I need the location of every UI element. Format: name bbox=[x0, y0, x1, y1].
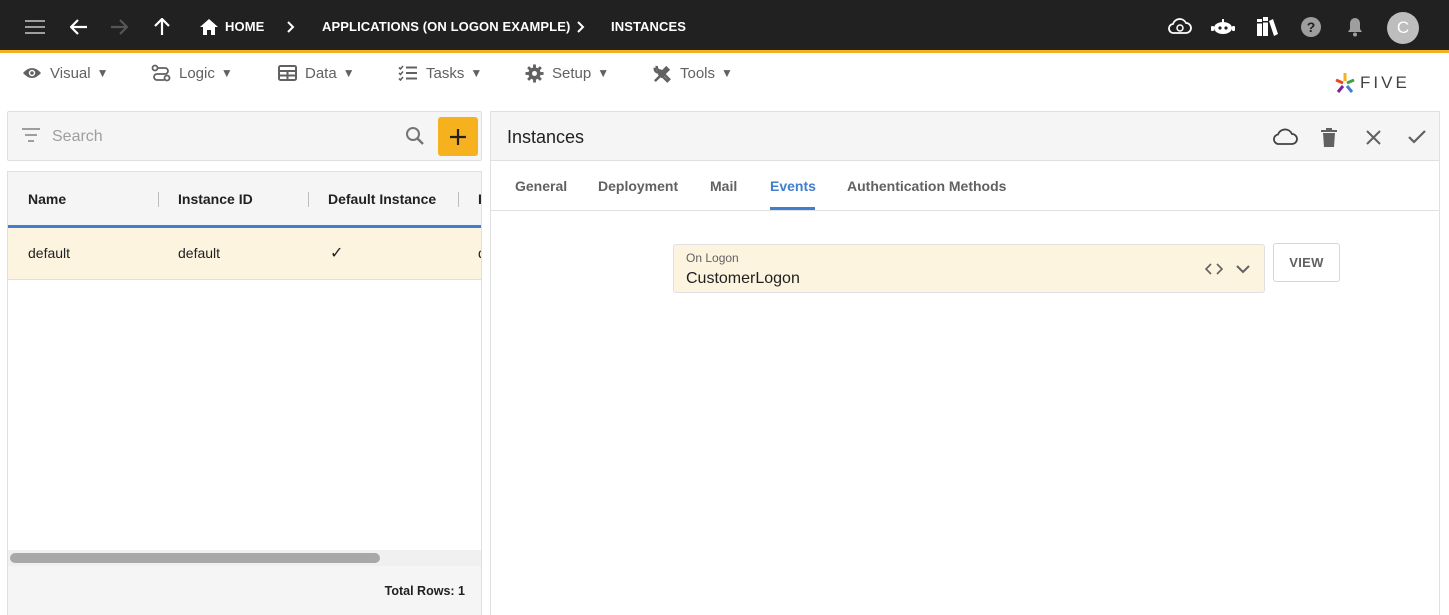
horizontal-scrollbar[interactable] bbox=[8, 550, 481, 566]
five-logo-text: FIVE bbox=[1360, 73, 1410, 92]
menu-tasks[interactable]: Tasks ▼ bbox=[398, 63, 482, 83]
caret-down-icon: ▼ bbox=[342, 66, 355, 80]
menu-bar: Visual ▼ Logic ▼ Data ▼ Tasks ▼ Setup ▼ … bbox=[0, 56, 1449, 110]
column-header-default-instance[interactable]: Default Instance bbox=[328, 191, 436, 207]
menu-tools[interactable]: Tools ▼ bbox=[653, 63, 733, 83]
table-footer: Total Rows: 1 bbox=[8, 566, 481, 615]
search-input[interactable] bbox=[52, 126, 392, 148]
back-arrow-icon[interactable] bbox=[68, 0, 90, 53]
breadcrumb-applications[interactable]: APPLICATIONS (ON LOGON EXAMPLE) bbox=[322, 0, 570, 53]
five-logo: FIVE bbox=[1334, 70, 1410, 96]
caret-down-icon: ▼ bbox=[220, 66, 233, 80]
five-logo-icon bbox=[1335, 73, 1355, 93]
chevron-right-icon bbox=[284, 0, 298, 53]
search-icon[interactable] bbox=[405, 126, 425, 151]
logic-icon bbox=[151, 64, 171, 82]
plus-icon bbox=[450, 128, 466, 145]
forward-arrow-icon[interactable] bbox=[108, 0, 130, 53]
breadcrumb-home[interactable]: HOME bbox=[225, 0, 264, 53]
cloud-icon[interactable] bbox=[1271, 123, 1299, 151]
column-divider[interactable] bbox=[158, 192, 159, 207]
home-icon[interactable] bbox=[199, 0, 219, 53]
user-avatar[interactable]: C bbox=[1387, 12, 1419, 44]
notifications-bell-icon[interactable] bbox=[1345, 0, 1365, 53]
column-header-name[interactable]: Name bbox=[28, 191, 66, 207]
close-icon[interactable] bbox=[1359, 123, 1387, 151]
menu-logic[interactable]: Logic ▼ bbox=[151, 63, 233, 83]
menu-data[interactable]: Data ▼ bbox=[278, 63, 355, 83]
table-row[interactable]: default default ✓ d bbox=[8, 228, 481, 280]
caret-down-icon: ▼ bbox=[96, 66, 109, 80]
active-tab-indicator bbox=[770, 207, 815, 210]
form-title: Instances bbox=[507, 127, 585, 147]
column-header-truncated[interactable]: I bbox=[478, 191, 481, 207]
menu-setup-label: Setup bbox=[552, 64, 592, 82]
form-tabs: General Deployment Mail Events Authentic… bbox=[491, 161, 1439, 211]
total-rows-label: Total Rows: 1 bbox=[384, 584, 465, 598]
caret-down-icon: ▼ bbox=[597, 66, 610, 80]
cloud-sync-icon[interactable] bbox=[1167, 0, 1193, 53]
library-books-icon[interactable] bbox=[1254, 0, 1280, 53]
top-bar: HOME APPLICATIONS (ON LOGON EXAMPLE) INS… bbox=[0, 0, 1449, 53]
help-icon[interactable]: ? bbox=[1299, 0, 1323, 53]
tab-general[interactable]: General bbox=[515, 178, 567, 194]
tab-deployment[interactable]: Deployment bbox=[598, 178, 678, 194]
chevron-right-icon bbox=[574, 0, 588, 53]
robot-icon[interactable] bbox=[1210, 0, 1236, 53]
svg-text:?: ? bbox=[1307, 19, 1316, 35]
checklist-icon bbox=[398, 65, 417, 81]
cell-default-instance-check: ✓ bbox=[330, 245, 344, 262]
tab-authentication-methods[interactable]: Authentication Methods bbox=[847, 178, 1006, 194]
breadcrumb-instances[interactable]: INSTANCES bbox=[611, 0, 686, 53]
add-record-button[interactable] bbox=[438, 117, 478, 156]
view-button[interactable]: VIEW bbox=[1273, 243, 1340, 282]
column-header-instance-id[interactable]: Instance ID bbox=[178, 191, 253, 207]
on-logon-value[interactable]: CustomerLogon bbox=[686, 270, 800, 288]
menu-logic-label: Logic bbox=[179, 64, 215, 82]
on-logon-field[interactable]: On Logon CustomerLogon bbox=[673, 244, 1265, 293]
up-arrow-icon[interactable] bbox=[152, 0, 172, 53]
tab-mail[interactable]: Mail bbox=[710, 178, 737, 194]
list-panel: Name Instance ID Default Instance I defa… bbox=[7, 111, 483, 615]
hamburger-menu-icon[interactable] bbox=[22, 0, 48, 53]
menu-visual-label: Visual bbox=[50, 64, 91, 82]
cell-name: default bbox=[28, 245, 71, 261]
search-bar bbox=[7, 111, 482, 161]
eye-icon bbox=[23, 68, 41, 78]
table-header: Name Instance ID Default Instance I bbox=[8, 172, 481, 228]
form-panel: Instances General Deployment Mail Events… bbox=[490, 111, 1440, 615]
cell-truncated: d bbox=[478, 245, 481, 261]
tools-icon bbox=[653, 65, 671, 83]
form-header: Instances bbox=[491, 112, 1439, 161]
scrollbar-thumb[interactable] bbox=[10, 553, 380, 563]
menu-tools-label: Tools bbox=[680, 64, 716, 82]
cell-instance-id: default bbox=[178, 245, 221, 261]
instances-table: Name Instance ID Default Instance I defa… bbox=[7, 171, 482, 615]
chevron-down-icon[interactable] bbox=[1233, 259, 1253, 279]
filter-icon[interactable] bbox=[22, 128, 40, 147]
delete-icon[interactable] bbox=[1315, 123, 1343, 151]
menu-tasks-label: Tasks bbox=[426, 64, 465, 82]
code-icon[interactable] bbox=[1204, 259, 1224, 279]
tab-events[interactable]: Events bbox=[770, 178, 816, 194]
menu-visual[interactable]: Visual ▼ bbox=[22, 63, 108, 83]
caret-down-icon: ▼ bbox=[721, 66, 733, 80]
table-icon bbox=[278, 65, 297, 81]
caret-down-icon: ▼ bbox=[470, 66, 483, 80]
column-divider[interactable] bbox=[308, 192, 309, 207]
on-logon-label: On Logon bbox=[686, 251, 739, 265]
menu-setup[interactable]: Setup ▼ bbox=[525, 63, 609, 83]
save-check-icon[interactable] bbox=[1403, 123, 1431, 151]
gear-icon bbox=[525, 63, 544, 83]
menu-data-label: Data bbox=[305, 64, 337, 82]
column-divider[interactable] bbox=[458, 192, 459, 207]
